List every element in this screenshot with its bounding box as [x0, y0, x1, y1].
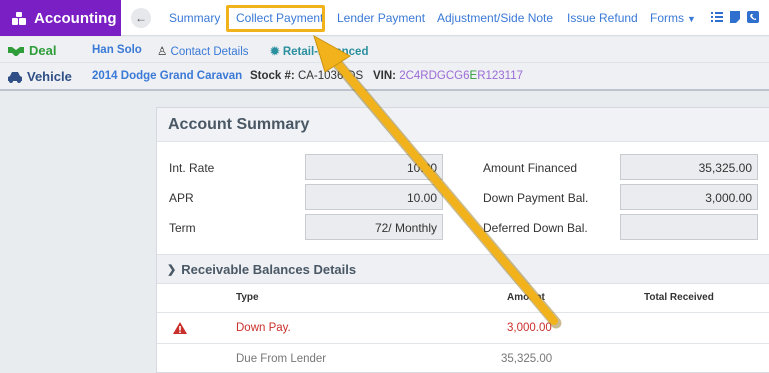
arrow-left-icon: ←: [135, 11, 147, 25]
nav-summary[interactable]: Summary: [169, 11, 220, 25]
down-payment-field[interactable]: 3,000.00: [620, 184, 758, 210]
stock-value: CA-1036-DS: [297, 70, 364, 82]
stock-number: Stock #: CA-1036-DS: [250, 70, 363, 82]
col-type: Type: [236, 292, 259, 303]
app-icon: [12, 11, 26, 25]
row-type: Due From Lender: [236, 353, 327, 365]
warning-icon: [173, 322, 187, 334]
col-total-received: Total Received: [644, 292, 714, 303]
vin-label: VIN:: [373, 70, 396, 82]
nav-adjustment-side-note[interactable]: Adjustment/Side Note: [437, 11, 553, 25]
col-amount: Amount: [507, 292, 545, 303]
phone-icon[interactable]: [747, 10, 759, 24]
down-payment-label: Down Payment Bal.: [483, 191, 589, 205]
receivables-header[interactable]: ❯ Receivable Balances Details: [157, 254, 769, 284]
vehicle-label: Vehicle: [8, 69, 72, 84]
account-summary-panel: Account Summary Int. Rate 10.00 APR 10.0…: [156, 107, 769, 373]
deal-status-label: Retail-Financed: [282, 46, 369, 58]
gear-icon: ✹: [270, 46, 280, 58]
table-row[interactable]: Down Pay. 3,000.00: [157, 312, 769, 342]
highlight-box: [226, 5, 325, 32]
vehicle-row: Vehicle 2014 Dodge Grand Caravan Stock #…: [0, 63, 769, 91]
vin: VIN: 2C4RDGCG6ER123117: [373, 70, 523, 82]
contact-details-label: Contact Details: [170, 46, 249, 58]
caret-down-icon: ▼: [687, 14, 696, 24]
back-button[interactable]: ←: [131, 8, 151, 28]
apr-field[interactable]: 10.00: [305, 184, 443, 210]
vehicle-label-text: Vehicle: [27, 69, 72, 84]
nav-issue-refund[interactable]: Issue Refund: [567, 11, 638, 25]
top-icons: [711, 10, 759, 24]
amount-financed-label: Amount Financed: [483, 161, 578, 175]
row-amount: 3,000.00: [507, 322, 552, 334]
checklist-icon[interactable]: [711, 10, 723, 24]
deferred-field[interactable]: [620, 214, 758, 240]
receivables-title: Receivable Balances Details: [181, 261, 357, 277]
panel-title: Account Summary: [157, 108, 769, 142]
contact-details-link[interactable]: ♙ Contact Details: [157, 44, 249, 58]
deal-label-text: Deal: [29, 43, 57, 58]
deferred-label: Deferred Down Bal.: [483, 221, 588, 235]
table-row[interactable]: Due From Lender 35,325.00: [157, 343, 769, 373]
customer-link[interactable]: Han Solo: [92, 44, 142, 56]
vin-part-1: 2C4RDGCG6: [399, 70, 470, 82]
nav-lender-payment[interactable]: Lender Payment: [337, 11, 425, 25]
vehicle-name-link[interactable]: 2014 Dodge Grand Caravan: [92, 70, 242, 82]
user-icon: ♙: [157, 46, 168, 58]
nav-forms-dropdown[interactable]: Forms ▼: [650, 11, 696, 25]
amount-financed-field[interactable]: 35,325.00: [620, 154, 758, 180]
deal-label: Deal: [8, 43, 56, 58]
row-type: Down Pay.: [236, 322, 291, 334]
row-amount: 35,325.00: [501, 353, 553, 365]
deal-status: ✹ Retail-Financed: [270, 44, 368, 58]
forms-label: Forms: [650, 11, 684, 25]
top-nav: Accounting ← Summary Collect Payment Len…: [0, 0, 769, 36]
apr-label: APR: [169, 191, 194, 205]
stock-label: Stock #:: [250, 70, 295, 82]
deal-row: Deal Han Solo ♙ Contact Details ✹ Retail…: [0, 37, 769, 63]
app-title: Accounting: [34, 9, 117, 27]
term-label: Term: [169, 221, 196, 235]
handshake-icon: [8, 46, 24, 56]
vin-part-3: R123117: [477, 70, 524, 82]
int-rate-field[interactable]: 10.00: [305, 154, 443, 180]
note-icon[interactable]: [729, 10, 741, 24]
int-rate-label: Int. Rate: [169, 161, 215, 175]
term-field[interactable]: 72/ Monthly: [305, 214, 443, 240]
app-brand[interactable]: Accounting: [0, 0, 121, 36]
car-icon: [8, 71, 22, 83]
chevron-down-icon: ❯: [167, 263, 177, 276]
